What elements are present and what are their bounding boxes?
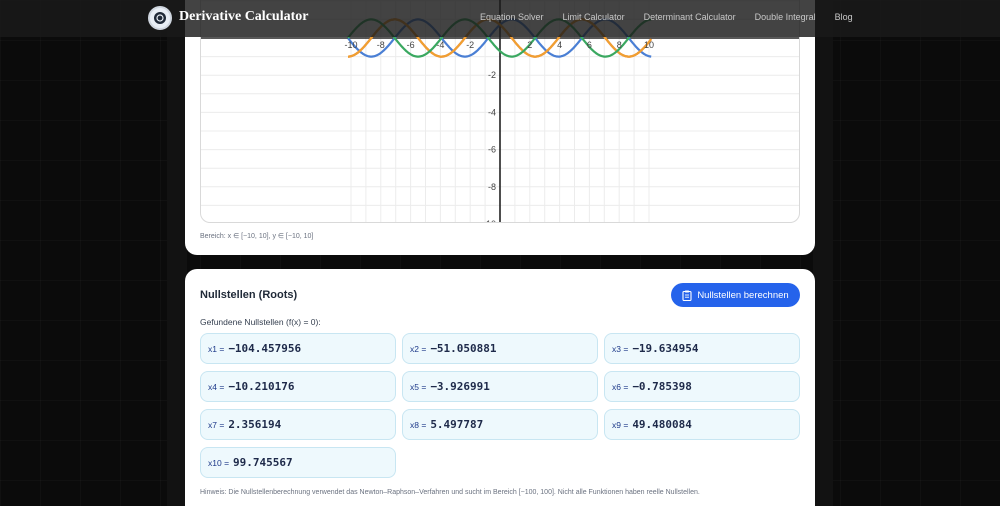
root-item: x3 = −19.634954 [604,333,800,364]
root-value: 49.480084 [632,418,692,431]
calculate-roots-label: Nullstellen berechnen [697,289,789,301]
root-label: x3 = [612,343,629,354]
y-tick-label: -10 [483,219,496,223]
x-tick-label: -8 [377,40,385,50]
roots-title: Nullstellen (Roots) [200,289,298,301]
x-tick-label: -10 [344,40,357,50]
root-label: x1 = [208,343,225,354]
brand-title[interactable]: Derivative Calculator [179,9,308,25]
y-tick-label: -8 [488,182,496,192]
root-value: −3.926991 [430,380,490,393]
x-tick-label: -6 [407,40,415,50]
root-label: x9 = [612,419,629,430]
calculate-roots-button[interactable]: Nullstellen berechnen [671,283,800,307]
nav-link-double-integral[interactable]: Double Integral [755,12,816,22]
root-value: 99.745567 [233,456,293,469]
nav-links: Equation Solver Limit Calculator Determina… [480,12,853,22]
graph-card: -10 -8 -6 -4 -2 2 4 6 8 10 -2 -4 -6 -8 -10 Bereich: x … [185,0,815,255]
root-item: x1 = −104.457956 [200,333,396,364]
root-item: x7 = 2.356194 [200,409,396,440]
root-item: x8 = 5.497787 [402,409,598,440]
x-tick-label: -4 [436,40,444,50]
y-tick-label: -2 [488,70,496,80]
x-tick-label: 10 [644,40,654,50]
roots-grid: x1 = −104.457956 x2 = −51.050881 x3 = −19.634… [200,333,800,478]
root-value: −104.457956 [228,342,302,355]
y-tick-label: -6 [488,145,496,155]
right-gutter [813,0,833,506]
found-roots-label: Gefundene Nullstellen (f(x) = 0): [200,317,321,327]
x-tick-label: 6 [587,40,592,50]
nav-link-limit-calculator[interactable]: Limit Calculator [563,12,625,22]
roots-card: Nullstellen (Roots) Nullstellen berechne… [185,269,815,506]
x-tick-label: 2 [527,40,532,50]
clipboard-icon [682,290,692,301]
roots-hint: Hinweis: Die Nullstellenberechnung verwe… [200,489,700,496]
logo-mark-icon [154,12,166,24]
root-label: x8 = [410,419,427,430]
x-tick-label: 8 [617,40,622,50]
root-label: x10 = [208,457,230,468]
logo-icon[interactable] [148,6,172,30]
graph-range-text: Bereich: x ∈ [−10, 10], y ∈ [−10, 10] [200,233,314,240]
navbar: Derivative Calculator Equation Solver Lim… [0,0,1000,37]
root-value: −51.050881 [430,342,497,355]
root-item: x6 = −0.785398 [604,371,800,402]
y-tick-label: -4 [488,107,496,117]
root-value: 5.497787 [430,418,484,431]
root-item: x4 = −10.210176 [200,371,396,402]
root-value: −19.634954 [632,342,699,355]
root-value: −0.785398 [632,380,692,393]
root-item: x5 = −3.926991 [402,371,598,402]
root-label: x4 = [208,381,225,392]
x-tick-label: -2 [466,40,474,50]
root-label: x2 = [410,343,427,354]
root-label: x6 = [612,381,629,392]
root-item: x9 = 49.480084 [604,409,800,440]
x-tick-label: 4 [557,40,562,50]
root-item: x10 = 99.745567 [200,447,396,478]
nav-link-determinant-calculator[interactable]: Determinant Calculator [644,12,736,22]
root-value: −10.210176 [228,380,295,393]
root-item: x2 = −51.050881 [402,333,598,364]
root-label: x7 = [208,419,225,430]
nav-link-equation-solver[interactable]: Equation Solver [480,12,544,22]
left-gutter [167,0,187,506]
root-value: 2.356194 [228,418,282,431]
root-label: x5 = [410,381,427,392]
nav-link-blog[interactable]: Blog [835,12,853,22]
